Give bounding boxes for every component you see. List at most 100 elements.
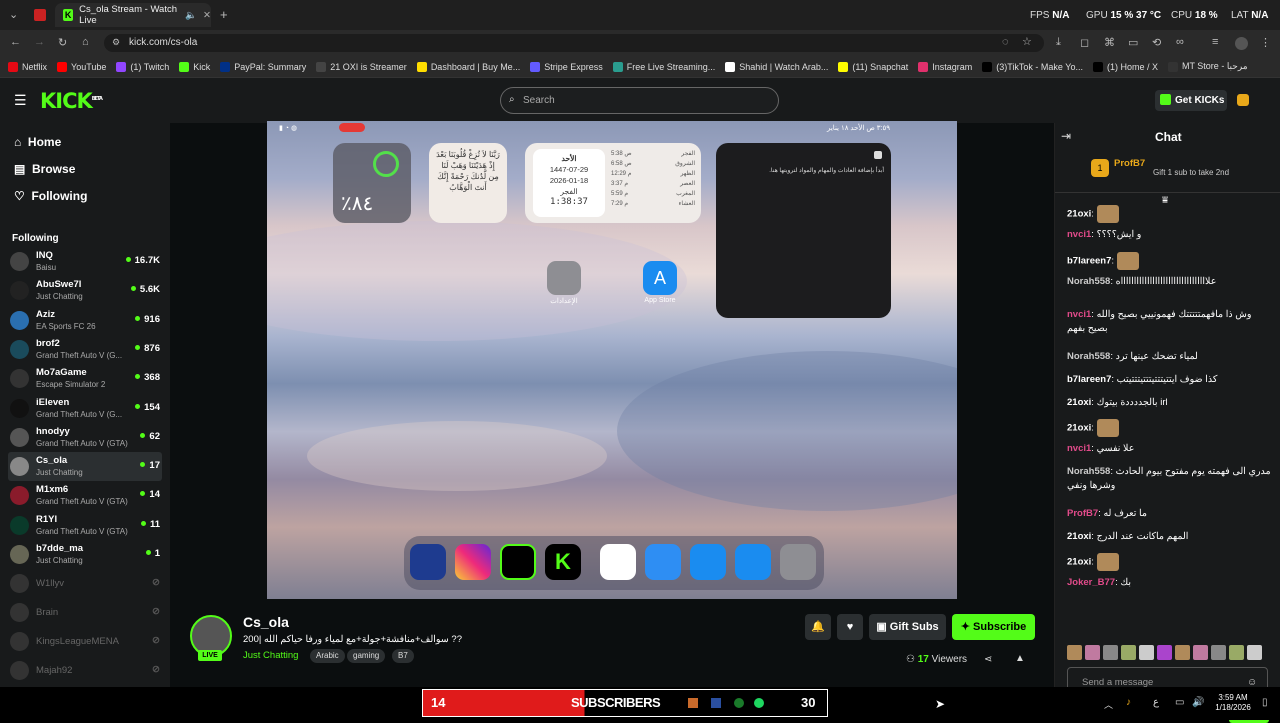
emote-icon[interactable] — [1247, 645, 1262, 660]
tab-active[interactable]: K Cs_ola Stream - Watch Live 🔈 ✕ — [55, 3, 211, 27]
tray-chevron-icon[interactable]: ︿ — [1104, 698, 1113, 711]
gift-icon[interactable] — [1237, 94, 1249, 106]
forward-icon[interactable]: → — [34, 36, 45, 48]
chat-username[interactable]: b7lareen7 — [1067, 256, 1111, 267]
emote-icon[interactable] — [1139, 645, 1154, 660]
chat-username[interactable]: 21oxi — [1067, 423, 1091, 434]
profile-avatar[interactable] — [1235, 37, 1248, 50]
notification-bell-button[interactable]: 🔔 — [805, 614, 831, 640]
following-item-offline[interactable]: Brain ⊘ — [8, 598, 162, 627]
tag-pill[interactable]: B7 — [392, 649, 414, 663]
bookmark-item[interactable]: Instagram — [918, 61, 972, 72]
bookmark-item[interactable]: Netflix — [8, 61, 47, 72]
chat-username[interactable]: 21oxi — [1067, 531, 1091, 542]
bookmark-item[interactable]: Kick — [179, 61, 210, 72]
translate-icon[interactable]: ⌘ — [1104, 36, 1115, 49]
bookmark-item[interactable]: (3)TikTok - Make Yo... — [982, 61, 1083, 72]
share-icon[interactable]: ⋖ — [984, 654, 992, 665]
chat-username[interactable]: Norah558 — [1067, 466, 1110, 477]
search-input[interactable]: Search — [500, 87, 779, 114]
bookmark-item[interactable]: Shahid | Watch Arab... — [725, 61, 828, 72]
mic-icon[interactable]: ♪ — [1126, 697, 1131, 708]
following-item-offline[interactable]: Majah92 ⊘ — [8, 656, 162, 685]
reload-icon[interactable]: ↻ — [58, 36, 67, 49]
following-item[interactable]: brof2 Grand Theft Auto V (G... 876 — [8, 335, 162, 364]
history-icon[interactable]: ⟲ — [1152, 36, 1161, 49]
wallet-icon[interactable]: ▭ — [1128, 36, 1138, 49]
bookmark-item[interactable]: Dashboard | Buy Me... — [416, 61, 520, 72]
nav-following[interactable]: ♡ Following — [14, 189, 87, 203]
nav-browse[interactable]: ▤ Browse — [14, 162, 75, 176]
collapse-chat-icon[interactable]: ⇥ — [1061, 129, 1071, 143]
sidebar-toggle-icon[interactable]: ≡ — [1212, 36, 1218, 48]
bookmark-star-icon[interactable]: ☆ — [1022, 35, 1032, 48]
tag-pill[interactable]: Arabic — [310, 649, 345, 663]
pinned-tab-icon[interactable] — [34, 9, 46, 21]
bookmark-item[interactable]: MT Store - مرحبا — [1167, 61, 1248, 72]
close-tab-icon[interactable]: ✕ — [203, 10, 211, 21]
following-item[interactable]: Mo7aGame Escape Simulator 2 368 — [8, 364, 162, 393]
chat-username[interactable]: nvci1 — [1067, 309, 1091, 320]
pinned-user[interactable]: ProfB7 — [1114, 158, 1145, 169]
follow-heart-button[interactable]: ♥ — [837, 614, 863, 640]
chat-username[interactable]: 21oxi — [1067, 209, 1091, 220]
subscribe-button[interactable]: ✦ Subscribe — [952, 614, 1035, 640]
report-icon[interactable]: ▲ — [1015, 653, 1025, 664]
nav-home[interactable]: ⌂ Home — [14, 135, 61, 149]
home-icon[interactable]: ⌂ — [82, 36, 89, 48]
emote-icon[interactable] — [1067, 645, 1082, 660]
chat-username[interactable]: nvci1 — [1067, 229, 1091, 240]
bookmark-item[interactable]: YouTube — [57, 61, 106, 72]
more-menu-icon[interactable]: ⋮ — [1260, 36, 1271, 49]
volume-icon[interactable]: 🔊 — [1192, 697, 1204, 708]
chat-username[interactable]: 21oxi — [1067, 557, 1091, 568]
following-item[interactable]: AbuSwe7l Just Chatting 5.6K — [8, 276, 162, 305]
clock[interactable]: 3:59 AM 1/18/2026 — [1212, 693, 1254, 713]
following-item[interactable]: iEleven Grand Theft Auto V (G... 154 — [8, 394, 162, 423]
tab-menu-icon[interactable]: ⌄ — [9, 8, 18, 21]
kick-logo[interactable]: KICKBETA — [40, 89, 103, 113]
gift-subs-button[interactable]: ▣ Gift Subs — [869, 614, 946, 640]
category-link[interactable]: Just Chatting — [243, 650, 298, 661]
download-icon[interactable]: ⤓ — [1056, 36, 1061, 49]
bookmark-item[interactable]: PayPal: Summary — [220, 61, 306, 72]
link-icon[interactable]: ∞ — [1176, 36, 1184, 48]
url-field[interactable]: kick.com/cs-ola — [104, 34, 1044, 52]
bookmark-item[interactable]: (1) Home / X — [1092, 61, 1158, 72]
following-item[interactable]: R1Yl Grand Theft Auto V (GTA) 11 — [8, 511, 162, 540]
following-item[interactable]: M1xm6 Grand Theft Auto V (GTA) 14 — [8, 481, 162, 510]
video-player[interactable]: ▮ ◔ ◍ ٣:٥٩ ص الأحد ١٨ يناير ٪٨٤ رَبَّنَا… — [267, 121, 957, 599]
emote-icon[interactable] — [1103, 645, 1118, 660]
emote-icon[interactable] — [1229, 645, 1244, 660]
chat-username[interactable]: b7lareen7 — [1067, 374, 1111, 385]
emote-icon[interactable] — [1193, 645, 1208, 660]
following-item[interactable]: b7dde_ma Just Chatting 1 — [8, 540, 162, 569]
bookmark-item[interactable]: 21 OXI is Streamer — [316, 61, 407, 72]
emote-icon[interactable] — [1211, 645, 1226, 660]
extension-icon[interactable]: ◻ — [1080, 36, 1089, 49]
language-indicator[interactable]: ع — [1153, 697, 1159, 708]
bookmark-item[interactable]: Stripe Express — [530, 61, 603, 72]
emote-icon[interactable] — [1157, 645, 1172, 660]
chat-username[interactable]: ProfB7 — [1067, 508, 1098, 519]
emote-icon[interactable] — [1085, 645, 1100, 660]
bookmark-item[interactable]: Free Live Streaming... — [612, 61, 715, 72]
following-item-offline[interactable]: KingsLeagueMENA ⊘ — [8, 627, 162, 656]
chat-username[interactable]: nvci1 — [1067, 443, 1091, 454]
speaker-icon[interactable]: 🔈 — [185, 10, 197, 21]
chat-username[interactable]: Joker_B77 — [1067, 577, 1115, 588]
following-item[interactable]: hnodyy Grand Theft Auto V (GTA) 62 — [8, 423, 162, 452]
chat-username[interactable]: 21oxi — [1067, 397, 1091, 408]
hamburger-icon[interactable]: ☰ — [14, 92, 27, 109]
notifications-icon[interactable]: ▯ — [1262, 697, 1268, 708]
new-tab-icon[interactable]: + — [220, 7, 228, 22]
streamer-name[interactable]: Cs_ola — [243, 614, 289, 630]
following-item[interactable]: Cs_ola Just Chatting 17 — [8, 452, 162, 482]
eye-off-icon[interactable]: ◌ — [1002, 36, 1009, 48]
following-item[interactable]: Aziz EA Sports FC 26 916 — [8, 306, 162, 335]
network-icon[interactable]: ▭ — [1175, 697, 1184, 708]
emote-icon[interactable] — [1175, 645, 1190, 660]
site-info-icon[interactable]: ⚙ — [112, 37, 120, 48]
following-item-offline[interactable]: W1llyv ⊘ — [8, 569, 162, 598]
back-icon[interactable]: ← — [10, 36, 21, 48]
